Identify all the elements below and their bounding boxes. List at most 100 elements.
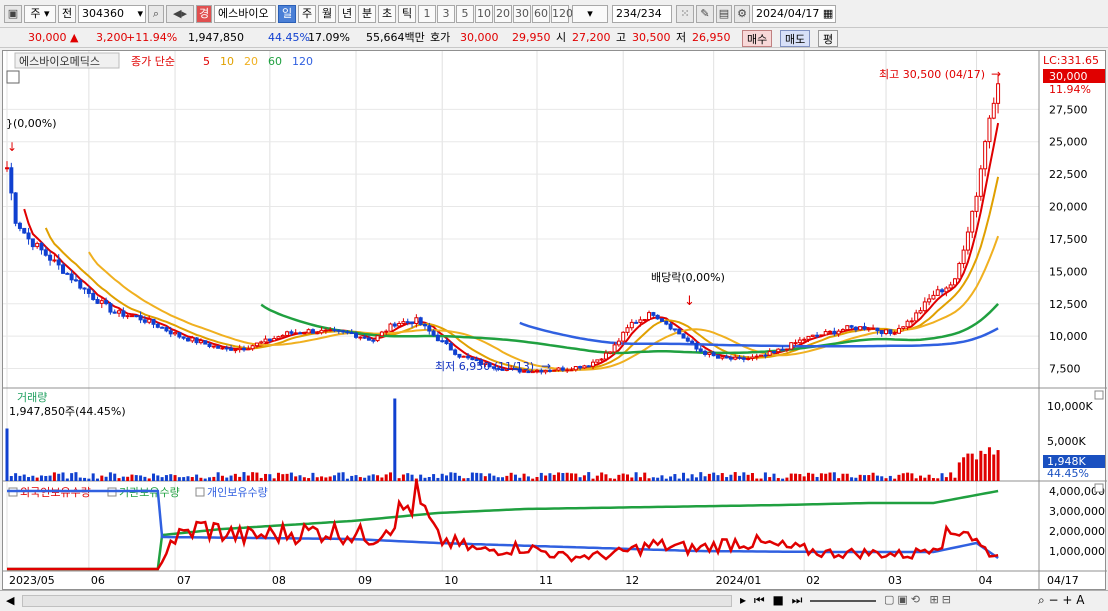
lc-label: LC:331.65: [1043, 54, 1099, 67]
volume-bar: [173, 475, 177, 481]
interval-tab[interactable]: 120: [551, 5, 573, 23]
candle-body: [168, 330, 173, 335]
scroll-left-icon[interactable]: ◀: [6, 594, 14, 607]
interval-select[interactable]: ▾: [572, 5, 608, 23]
holding-y-ticks: 4,000,0003,000,0002,000,0001,000,000: [1049, 485, 1105, 558]
candle-body: [552, 369, 557, 372]
period-tab[interactable]: 틱: [398, 5, 416, 23]
volume-bar: [48, 475, 52, 481]
prev-button[interactable]: 전: [58, 5, 76, 23]
candle-body: [621, 331, 626, 342]
volume-bar: [686, 478, 690, 481]
volume-bar: [501, 477, 505, 481]
zoom-slider[interactable]: [810, 600, 876, 602]
zoom-controls-icon[interactable]: ⌕ − + A: [1038, 593, 1084, 608]
interval-tab[interactable]: 1: [418, 5, 436, 23]
candle-body: [823, 331, 828, 336]
period-tab[interactable]: 일: [278, 5, 296, 23]
chart-svg[interactable]: 에스바이오메딕스 종가 단순 5 10 20 60 120 }(0,00%) ↓ 배당락…: [3, 51, 1107, 591]
interval-tab[interactable]: 30: [513, 5, 531, 23]
speaker-icon[interactable]: ◀▸: [166, 5, 194, 23]
buy-button[interactable]: 매수: [742, 30, 773, 47]
volume-bar: [199, 477, 203, 481]
candle-body: [599, 358, 604, 361]
candle-body: [160, 326, 165, 329]
window-icon[interactable]: ▣: [4, 5, 22, 23]
horizontal-scrollbar[interactable]: [22, 595, 732, 607]
code-input[interactable]: 304360 ▾: [78, 5, 146, 23]
candle-body: [896, 327, 901, 334]
candle-body: [293, 332, 298, 335]
search-icon[interactable]: ⌕: [148, 5, 164, 23]
candle-body: [884, 329, 889, 335]
period-tab[interactable]: 주: [298, 5, 316, 23]
count-field[interactable]: 234/234: [612, 5, 672, 23]
grid-icon[interactable]: ⁙: [676, 5, 694, 23]
candle-body: [194, 337, 199, 344]
table-icon[interactable]: [6, 70, 20, 84]
calendar-icon[interactable]: ▦: [823, 7, 833, 20]
period-tab[interactable]: 월: [318, 5, 336, 23]
interval-tab[interactable]: 20: [494, 5, 512, 23]
volume-bar: [936, 478, 940, 481]
volume-bar: [953, 477, 957, 481]
candle-body: [914, 312, 919, 322]
playback-controls[interactable]: ▸ ⏮ ■ ⏭: [740, 593, 804, 608]
candle-body: [431, 330, 436, 336]
draw-icon[interactable]: ✎: [696, 5, 714, 23]
candle-body: [82, 287, 87, 290]
volume-bar: [828, 472, 832, 481]
sell-button[interactable]: 매도: [780, 30, 811, 47]
period-tab[interactable]: 초: [378, 5, 396, 23]
volume-bar: [100, 475, 104, 481]
volume-bar: [190, 477, 194, 481]
tool-icons[interactable]: ▢▣⟲ ⊞⊟: [884, 593, 954, 606]
volume-bar: [513, 474, 517, 481]
interval-tab[interactable]: 60: [532, 5, 550, 23]
panel-scroll-icon[interactable]: [1094, 390, 1104, 400]
save-icon[interactable]: ▤: [716, 5, 732, 23]
stock-name-field[interactable]: 에스바이오: [214, 5, 276, 23]
candle-body: [849, 325, 854, 328]
volume-bar: [677, 478, 681, 481]
volume-bar: [634, 472, 638, 481]
volume-bar: [824, 473, 828, 481]
volume-bar: [983, 453, 987, 481]
volume-bar: [18, 475, 22, 481]
panel-scroll-icon[interactable]: [1094, 483, 1104, 493]
volume-bar: [707, 473, 711, 481]
interval-tab[interactable]: 3: [437, 5, 455, 23]
candle-body: [78, 279, 83, 289]
candle-body: [272, 338, 277, 342]
candle-body: [207, 343, 212, 347]
candle-body: [354, 332, 359, 338]
eval-button[interactable]: 평: [818, 30, 839, 47]
volume-bar: [35, 477, 39, 481]
candle-body: [948, 284, 953, 289]
dividend-note: 배당락(0,00%): [651, 271, 725, 284]
market-select[interactable]: 주 ▾: [24, 5, 56, 23]
volume-bar: [268, 474, 272, 481]
period-tab[interactable]: 년: [338, 5, 356, 23]
volume-bar: [255, 472, 259, 481]
volume-bar: [742, 472, 746, 481]
period-tab[interactable]: 분: [358, 5, 376, 23]
holding-legend-label: 개인보유수량: [207, 486, 268, 499]
volume-bar: [574, 473, 578, 481]
volume-bar: [212, 476, 216, 481]
chart-area[interactable]: 에스바이오메딕스 종가 단순 5 10 20 60 120 }(0,00%) ↓ 배당락…: [2, 50, 1107, 591]
volume-bar: [552, 474, 556, 481]
candle-body: [560, 367, 565, 371]
volume-bar: [505, 475, 509, 481]
candle-body: [832, 330, 837, 335]
interval-tab[interactable]: 5: [456, 5, 474, 23]
volume-bar: [716, 475, 720, 481]
volume-bar: [276, 472, 280, 481]
volume-bar: [259, 477, 263, 481]
candle-body: [927, 298, 932, 303]
legend-checkbox-icon[interactable]: [195, 487, 205, 497]
date-field[interactable]: 2024/04/17 ▦: [752, 5, 836, 23]
interval-tab[interactable]: 10: [475, 5, 493, 23]
gear-icon[interactable]: ⚙: [734, 5, 750, 23]
warning-badge: 경: [196, 5, 212, 23]
